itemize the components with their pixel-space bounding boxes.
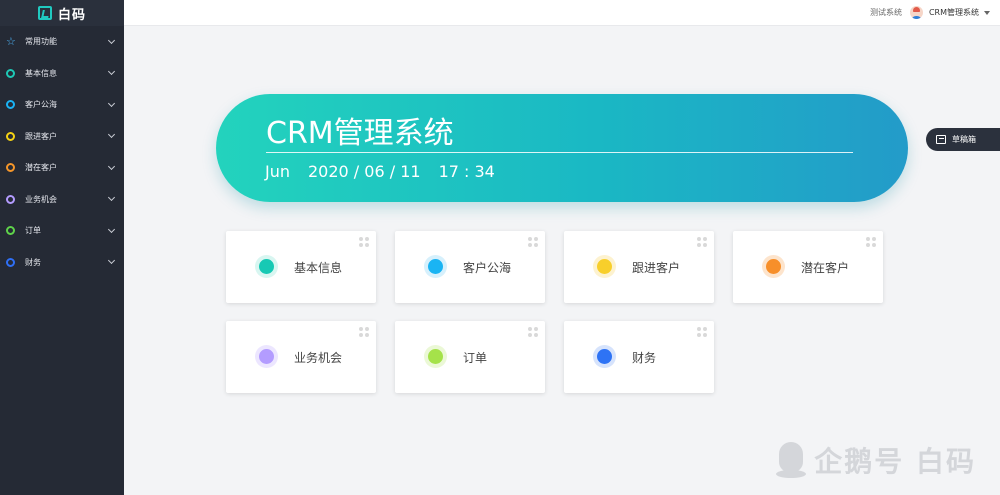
- card-label: 跟进客户: [632, 261, 681, 275]
- chevron-down-icon: [107, 225, 116, 233]
- dot-icon: [259, 349, 274, 364]
- drag-handle-icon[interactable]: [359, 327, 369, 337]
- chevron-down-icon: [107, 162, 116, 170]
- sidebar-item-label: 订单: [25, 226, 41, 236]
- shortcut-card[interactable]: 客户公海: [395, 231, 545, 303]
- sidebar-item-label: 跟进客户: [25, 131, 57, 141]
- sidebar-item[interactable]: 订单: [0, 215, 124, 247]
- watermark-text: 企鹅号 白码: [814, 445, 976, 478]
- card-label: 订单: [463, 351, 488, 365]
- hero-divider: [266, 152, 853, 153]
- caret-down-icon[interactable]: [984, 10, 990, 15]
- hero-banner: CRM管理系统 Jun 2020 / 06 / 11 17 : 34: [216, 94, 908, 202]
- page-title: CRM管理系统: [266, 116, 454, 151]
- card-label: 潜在客户: [801, 261, 850, 275]
- card-dot-icon: [255, 345, 278, 368]
- sidebar-item[interactable]: 业务机会: [0, 184, 124, 216]
- draft-box-button[interactable]: 草稿箱: [926, 128, 1000, 151]
- drag-handle-icon[interactable]: [697, 237, 707, 247]
- dot-icon: [597, 349, 612, 364]
- sidebar-item-label: 基本信息: [25, 68, 57, 78]
- chevron-down-icon: [107, 68, 116, 76]
- sidebar-item[interactable]: 基本信息: [0, 58, 124, 90]
- test-system-link[interactable]: 测试系统: [870, 7, 902, 18]
- circle-icon: [6, 131, 15, 141]
- card-label: 基本信息: [294, 261, 343, 275]
- circle-icon: [6, 226, 15, 236]
- logo-text: 白码: [57, 7, 86, 23]
- top-header: 测试系统 CRM管理系统: [124, 0, 1000, 26]
- circle-icon: [6, 163, 15, 173]
- hero-month: Jun: [265, 162, 290, 181]
- shortcut-card[interactable]: 订单: [395, 321, 545, 393]
- drag-handle-icon[interactable]: [866, 237, 876, 247]
- dot-icon: [597, 259, 612, 274]
- penguin-icon: [776, 442, 807, 478]
- shortcut-card[interactable]: 潜在客户: [733, 231, 883, 303]
- logo-icon: [37, 6, 52, 20]
- sidebar-item[interactable]: 潜在客户: [0, 152, 124, 184]
- circle-icon: [6, 257, 15, 267]
- circle-icon: [6, 68, 15, 78]
- edit-icon: [936, 135, 946, 144]
- hero-date: 2020 / 06 / 11: [308, 162, 421, 181]
- sidebar-item[interactable]: 财务: [0, 247, 124, 279]
- dot-icon: [428, 349, 443, 364]
- watermark: 企鹅号 白码: [776, 440, 976, 480]
- drag-handle-icon[interactable]: [697, 327, 707, 337]
- chevron-down-icon: [107, 36, 116, 44]
- shortcut-card[interactable]: 财务: [564, 321, 714, 393]
- shortcut-card[interactable]: 跟进客户: [564, 231, 714, 303]
- shortcut-card[interactable]: 业务机会: [226, 321, 376, 393]
- chevron-down-icon: [107, 131, 116, 139]
- card-dot-icon: [255, 255, 278, 278]
- sidebar-item[interactable]: ☆ 常用功能: [0, 26, 124, 58]
- sidebar-item-label: 业务机会: [25, 194, 57, 204]
- circle-icon: [6, 194, 15, 204]
- sidebar-item-label: 客户公海: [25, 100, 57, 110]
- card-dot-icon: [762, 255, 785, 278]
- sidebar-item[interactable]: 客户公海: [0, 89, 124, 121]
- sidebar-item-label: 财务: [25, 257, 41, 267]
- dot-icon: [766, 259, 781, 274]
- card-dot-icon: [593, 255, 616, 278]
- sidebar-nav: ☆ 常用功能基本信息客户公海跟进客户潜在客户业务机会订单财务: [0, 26, 124, 278]
- card-label: 财务: [632, 351, 657, 365]
- drag-handle-icon[interactable]: [528, 327, 538, 337]
- card-dot-icon: [593, 345, 616, 368]
- drag-handle-icon[interactable]: [528, 237, 538, 247]
- card-dot-icon: [424, 345, 447, 368]
- hero-datetime: Jun 2020 / 06 / 11 17 : 34: [265, 162, 495, 181]
- sidebar-item[interactable]: 跟进客户: [0, 121, 124, 153]
- sidebar-item-label: 常用功能: [25, 37, 57, 47]
- star-icon: ☆: [6, 35, 16, 49]
- shortcut-card[interactable]: 基本信息: [226, 231, 376, 303]
- hero-time: 17 : 34: [438, 162, 495, 181]
- card-label: 业务机会: [294, 351, 343, 365]
- dot-icon: [259, 259, 274, 274]
- avatar[interactable]: [909, 6, 923, 19]
- chevron-down-icon: [107, 99, 116, 107]
- sidebar-item-label: 潜在客户: [25, 163, 57, 173]
- card-dot-icon: [424, 255, 447, 278]
- draft-box-label: 草稿箱: [952, 135, 976, 144]
- drag-handle-icon[interactable]: [359, 237, 369, 247]
- user-name[interactable]: CRM管理系统: [929, 7, 979, 18]
- logo[interactable]: 白码: [0, 0, 124, 26]
- circle-icon: [6, 100, 15, 110]
- dot-icon: [428, 259, 443, 274]
- chevron-down-icon: [107, 194, 116, 202]
- card-label: 客户公海: [463, 261, 512, 275]
- chevron-down-icon: [107, 257, 116, 265]
- sidebar: 白码 ☆ 常用功能基本信息客户公海跟进客户潜在客户业务机会订单财务: [0, 0, 124, 495]
